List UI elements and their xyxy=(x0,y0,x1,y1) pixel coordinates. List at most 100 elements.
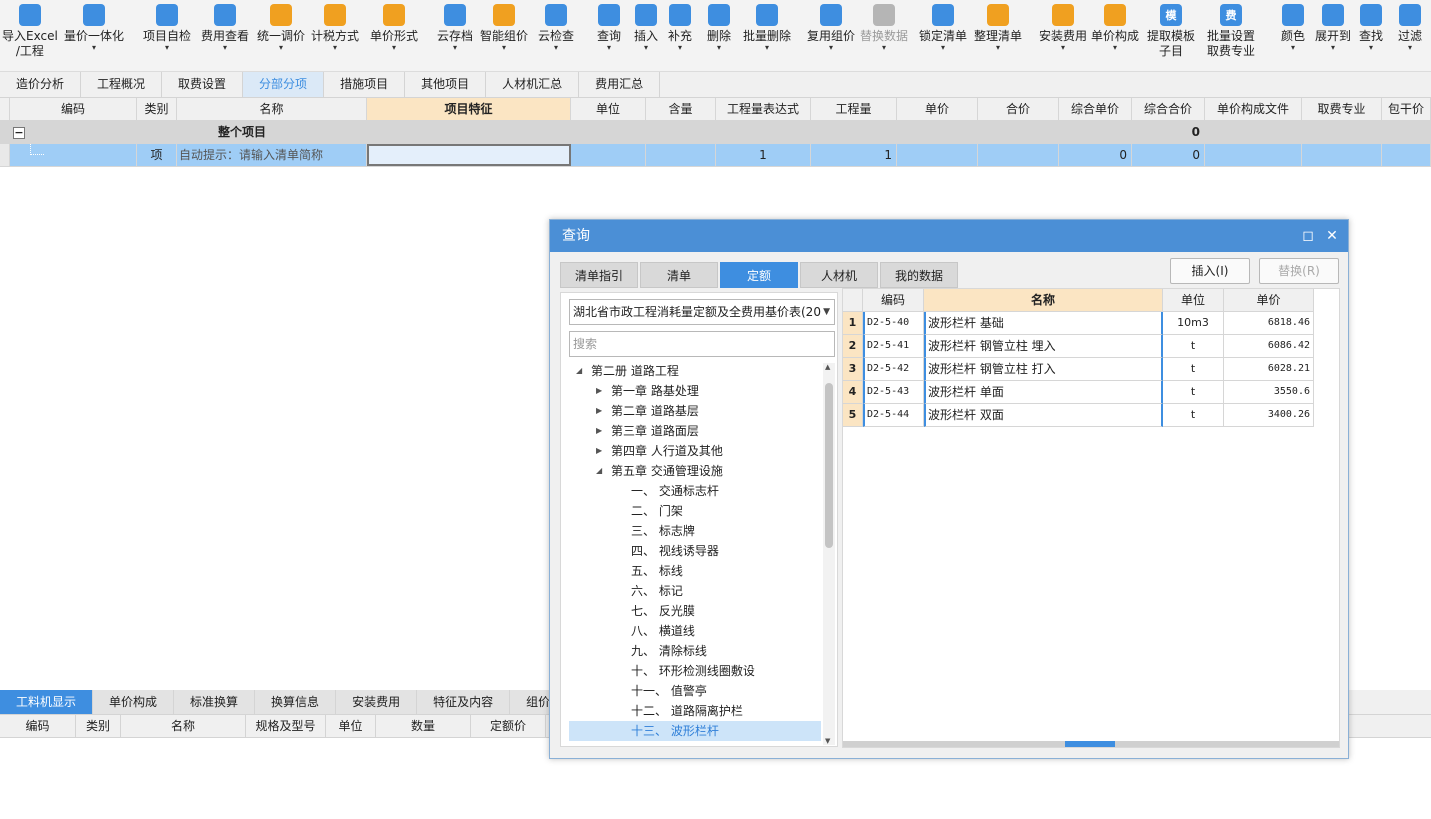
quota-header-4[interactable]: 单价 xyxy=(1224,289,1314,312)
tree-scrollbar[interactable]: ▲ ▼ xyxy=(823,363,835,745)
main-tab-3[interactable]: 分部分项 xyxy=(243,72,325,97)
bottom-header-5[interactable]: 数量 xyxy=(376,715,471,737)
toolbar-button-14[interactable]: 批量删除 ▾ xyxy=(743,4,791,68)
dropdown-arrow-icon[interactable]: ▾ xyxy=(1113,44,1117,52)
dropdown-arrow-icon[interactable]: ▾ xyxy=(554,44,558,52)
dialog-title-bar[interactable]: 查询 ◻ ✕ xyxy=(550,220,1348,252)
dropdown-arrow-icon[interactable]: ▾ xyxy=(607,44,611,52)
toolbar-button-7[interactable]: 云存档 ▾ xyxy=(437,4,473,68)
tree-node[interactable]: 六、 标记 xyxy=(569,581,821,601)
grid-header-8[interactable]: 单价 xyxy=(897,98,978,120)
toolbar-button-11[interactable]: 插入 ▾ xyxy=(634,4,658,68)
toolbar-button-1[interactable]: 量价一体化 ▾ xyxy=(64,4,124,68)
toolbar-button-24[interactable]: 展开到 ▾ xyxy=(1315,4,1351,68)
grid-header-13[interactable]: 取费专业 xyxy=(1302,98,1382,120)
tree-scrollbar-thumb[interactable] xyxy=(825,383,833,548)
toolbar-button-22[interactable]: 费批量设置 取费专业 xyxy=(1207,4,1255,68)
toolbar-button-21[interactable]: 模提取模板 子目 xyxy=(1147,4,1195,68)
quota-header-1[interactable]: 编码 xyxy=(863,289,924,312)
toolbar-button-5[interactable]: 计税方式 ▾ xyxy=(311,4,359,68)
grid-header-10[interactable]: 综合单价 xyxy=(1059,98,1132,120)
quota-cell-name[interactable]: 波形栏杆 钢管立柱 埋入 xyxy=(924,335,1163,358)
toolbar-button-18[interactable]: 整理清单 ▾ xyxy=(974,4,1022,68)
item-type[interactable]: 项 xyxy=(137,144,177,166)
grid-header-11[interactable]: 综合合价 xyxy=(1132,98,1205,120)
grid-header-0[interactable]: 编码 xyxy=(10,98,137,120)
quota-cell-name[interactable]: 波形栏杆 基础 xyxy=(924,312,1163,335)
toolbar-button-25[interactable]: 查找 ▾ xyxy=(1359,4,1383,68)
chevron-down-icon[interactable]: ▼ xyxy=(823,300,830,324)
toolbar-button-17[interactable]: 锁定清单 ▾ xyxy=(919,4,967,68)
main-tab-0[interactable]: 造价分析 xyxy=(0,72,82,97)
bottom-tab-2[interactable]: 标准换算 xyxy=(174,690,256,714)
quota-cell-unit[interactable]: t xyxy=(1163,358,1224,381)
dialog-tab-0[interactable]: 清单指引 xyxy=(560,262,638,288)
toolbar-button-4[interactable]: 统一调价 ▾ xyxy=(257,4,305,68)
main-tab-2[interactable]: 取费设置 xyxy=(162,72,244,97)
toolbar-button-3[interactable]: 费用查看 ▾ xyxy=(201,4,249,68)
tree-node[interactable]: 十、 环形检测线圈敷设 xyxy=(569,661,821,681)
quota-header-0[interactable] xyxy=(843,289,863,312)
tree-node[interactable]: 十三、 波形栏杆 xyxy=(569,721,821,741)
grid-row-whole-project[interactable]: − 整个项目 0 xyxy=(0,121,1431,144)
library-select[interactable]: 湖北省市政工程消耗量定额及全费用基价表(20 ▼ xyxy=(569,299,835,325)
grid-header-6[interactable]: 工程量表达式 xyxy=(716,98,811,120)
grid-header-4[interactable]: 单位 xyxy=(571,98,646,120)
quota-cell-no[interactable]: 2 xyxy=(843,335,863,358)
bottom-tab-1[interactable]: 单价构成 xyxy=(93,690,175,714)
main-tab-6[interactable]: 人材机汇总 xyxy=(486,72,580,97)
dropdown-arrow-icon[interactable]: ▾ xyxy=(941,44,945,52)
toolbar-button-20[interactable]: 单价构成 ▾ xyxy=(1091,4,1139,68)
quota-header-3[interactable]: 单位 xyxy=(1163,289,1224,312)
dropdown-arrow-icon[interactable]: ▾ xyxy=(502,44,506,52)
tree-node[interactable]: ▶ 第三章 道路面层 xyxy=(569,421,821,441)
quota-header-2[interactable]: 名称 xyxy=(924,289,1163,312)
tree-node[interactable]: ◢ 第二册 道路工程 xyxy=(569,361,821,381)
grid-header-2[interactable]: 名称 xyxy=(177,98,367,120)
tree-node[interactable]: ◢ 第五章 交通管理设施 xyxy=(569,461,821,481)
bottom-tab-5[interactable]: 特征及内容 xyxy=(417,690,511,714)
toolbar-button-9[interactable]: 云检查 ▾ xyxy=(538,4,574,68)
tree-node[interactable]: 五、 标线 xyxy=(569,561,821,581)
quota-cell-price[interactable]: 6086.42 xyxy=(1224,335,1314,358)
bottom-header-0[interactable]: 编码 xyxy=(0,715,76,737)
dropdown-arrow-icon[interactable]: ▾ xyxy=(92,44,96,52)
grid-header-7[interactable]: 工程量 xyxy=(811,98,897,120)
dialog-tab-4[interactable]: 我的数据 xyxy=(880,262,958,288)
quota-cell-unit[interactable]: t xyxy=(1163,381,1224,404)
tree-node[interactable]: 九、 清除标线 xyxy=(569,641,821,661)
quota-cell-price[interactable]: 3400.26 xyxy=(1224,404,1314,427)
dropdown-arrow-icon[interactable]: ▾ xyxy=(678,44,682,52)
replace-button[interactable]: 替换(R) xyxy=(1259,258,1339,284)
tree-node[interactable]: 四、 视线诱导器 xyxy=(569,541,821,561)
quota-cell-name[interactable]: 波形栏杆 双面 xyxy=(924,404,1163,427)
dropdown-arrow-icon[interactable]: ▾ xyxy=(165,44,169,52)
item-unit-price[interactable]: 0 xyxy=(1059,144,1132,166)
bottom-header-6[interactable]: 定额价 xyxy=(471,715,546,737)
result-hscrollbar-thumb[interactable] xyxy=(1065,741,1115,747)
grid-header-1[interactable]: 类别 xyxy=(137,98,177,120)
toolbar-button-23[interactable]: 颜色 ▾ xyxy=(1281,4,1305,68)
grid-header-12[interactable]: 单价构成文件 xyxy=(1205,98,1302,120)
item-name-hint[interactable]: 自动提示：请输入清单简称 xyxy=(177,144,367,166)
quota-cell-no[interactable]: 4 xyxy=(843,381,863,404)
dialog-tab-2[interactable]: 定额 xyxy=(720,262,798,288)
dialog-tab-1[interactable]: 清单 xyxy=(640,262,718,288)
quota-cell-code[interactable]: D2-5-40 xyxy=(863,312,924,335)
grid-header-9[interactable]: 合价 xyxy=(978,98,1059,120)
tree-node[interactable]: ▶ 第一章 路基处理 xyxy=(569,381,821,401)
quota-row[interactable]: 5 D2-5-44 波形栏杆 双面 t 3400.26 xyxy=(843,404,1339,427)
quota-cell-no[interactable]: 1 xyxy=(843,312,863,335)
bottom-tab-4[interactable]: 安装费用 xyxy=(336,690,418,714)
quota-row[interactable]: 3 D2-5-42 波形栏杆 钢管立柱 打入 t 6028.21 xyxy=(843,358,1339,381)
collapsed-arrow-icon[interactable]: ▶ xyxy=(596,381,602,401)
quota-cell-price[interactable]: 6028.21 xyxy=(1224,358,1314,381)
dropdown-arrow-icon[interactable]: ▾ xyxy=(996,44,1000,52)
quota-cell-unit[interactable]: t xyxy=(1163,404,1224,427)
tree-node[interactable]: 二、 门架 xyxy=(569,501,821,521)
toolbar-button-0[interactable]: 导入Excel/工程 xyxy=(2,4,58,68)
scroll-up-icon[interactable]: ▲ xyxy=(825,363,830,371)
toolbar-button-10[interactable]: 查询 ▾ xyxy=(597,4,621,68)
quota-cell-price[interactable]: 3550.6 xyxy=(1224,381,1314,404)
dropdown-arrow-icon[interactable]: ▾ xyxy=(644,44,648,52)
